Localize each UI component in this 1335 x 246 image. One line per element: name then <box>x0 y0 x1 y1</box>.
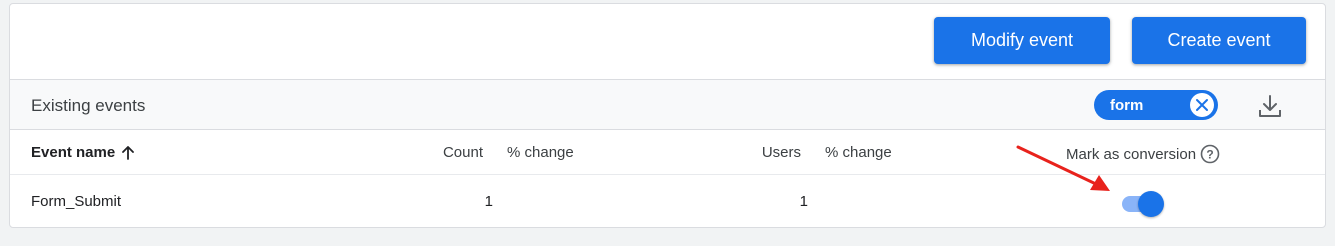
mark-conversion-toggle[interactable] <box>1120 189 1168 217</box>
filter-chip[interactable]: form <box>1094 90 1218 120</box>
column-header-event-name[interactable]: Event name <box>31 144 135 161</box>
filter-chip-label: form <box>1110 96 1144 114</box>
toggle-knob <box>1138 191 1164 217</box>
close-icon[interactable] <box>1190 93 1214 117</box>
table-row: Form_Submit 1 1 <box>10 175 1325 227</box>
column-header-users[interactable]: Users <box>762 144 801 161</box>
column-header-users-change[interactable]: % change <box>825 144 892 161</box>
column-header-label: Mark as conversion <box>1066 145 1197 163</box>
create-event-button[interactable]: Create event <box>1132 17 1306 64</box>
svg-text:?: ? <box>1206 148 1213 162</box>
download-icon[interactable] <box>1257 93 1283 119</box>
column-header-label: Event name <box>31 144 116 161</box>
users-cell: 1 <box>799 193 808 210</box>
column-header-count-change[interactable]: % change <box>507 144 574 161</box>
modify-event-button[interactable]: Modify event <box>934 17 1110 64</box>
events-card: Modify event Create event Existing event… <box>9 3 1326 228</box>
section-header: Existing events form <box>10 79 1325 130</box>
help-icon[interactable]: ? <box>1200 144 1220 164</box>
arrow-up-icon <box>122 145 135 160</box>
event-name-cell: Form_Submit <box>31 193 122 210</box>
toolbar: Modify event Create event <box>10 4 1325 79</box>
count-cell: 1 <box>484 193 493 210</box>
table-header: Event name Count % change Users % change… <box>10 130 1325 175</box>
section-title: Existing events <box>31 96 146 115</box>
column-header-mark-conversion: Mark as conversion ? <box>1066 144 1220 164</box>
column-header-count[interactable]: Count <box>443 144 483 161</box>
